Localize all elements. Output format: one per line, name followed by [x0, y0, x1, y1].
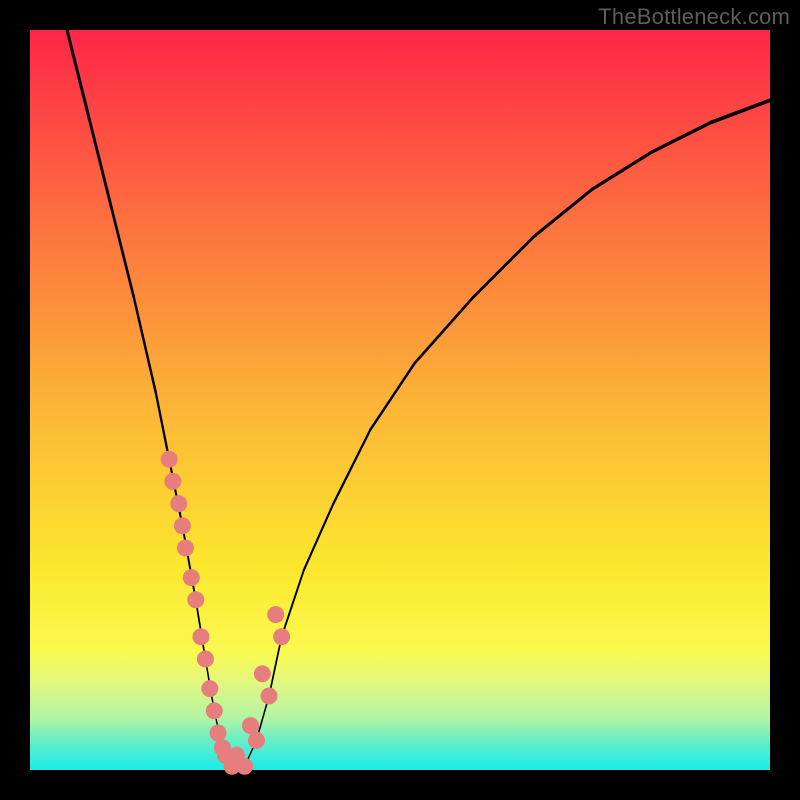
curve-segment: [67, 30, 89, 119]
chart-stage: TheBottleneck.com: [0, 0, 800, 800]
watermark-label: TheBottleneck.com: [598, 4, 790, 30]
curve-segment: [111, 208, 133, 297]
curve-group: [67, 30, 770, 766]
curve-segment: [415, 296, 474, 363]
highlight-dot: [197, 651, 214, 668]
curve-svg: [30, 30, 770, 770]
highlight-dot: [248, 732, 265, 749]
highlight-dot: [170, 495, 187, 512]
curve-segment: [711, 100, 770, 122]
highlight-dot: [201, 680, 218, 697]
curve-segment: [333, 430, 370, 504]
highlight-dot: [174, 517, 191, 534]
highlight-dot: [192, 628, 209, 645]
curve-segment: [652, 123, 711, 153]
highlight-dot: [177, 540, 194, 557]
highlight-dot: [206, 702, 223, 719]
curve-segment: [169, 459, 182, 526]
curve-segment: [304, 504, 334, 571]
curve-segment: [533, 189, 592, 237]
highlight-dot: [228, 747, 245, 764]
plot-area: [30, 30, 770, 770]
highlight-dot: [209, 725, 226, 742]
highlight-dot: [187, 591, 204, 608]
highlight-dot: [183, 569, 200, 586]
curve-segment: [592, 152, 651, 189]
highlight-dot: [267, 606, 284, 623]
curve-segment: [282, 570, 304, 637]
curve-segment: [182, 526, 195, 600]
curve-segment: [474, 237, 533, 296]
highlight-dot: [164, 473, 181, 490]
highlight-dot: [254, 665, 271, 682]
dots-group: [161, 451, 290, 775]
highlight-dot: [242, 717, 259, 734]
highlight-dot: [261, 688, 278, 705]
highlight-dot: [273, 628, 290, 645]
curve-segment: [89, 119, 111, 208]
curve-segment: [269, 637, 282, 696]
curve-segment: [370, 363, 414, 430]
curve-segment: [156, 393, 169, 460]
curve-segment: [134, 296, 156, 392]
highlight-dot: [161, 451, 178, 468]
